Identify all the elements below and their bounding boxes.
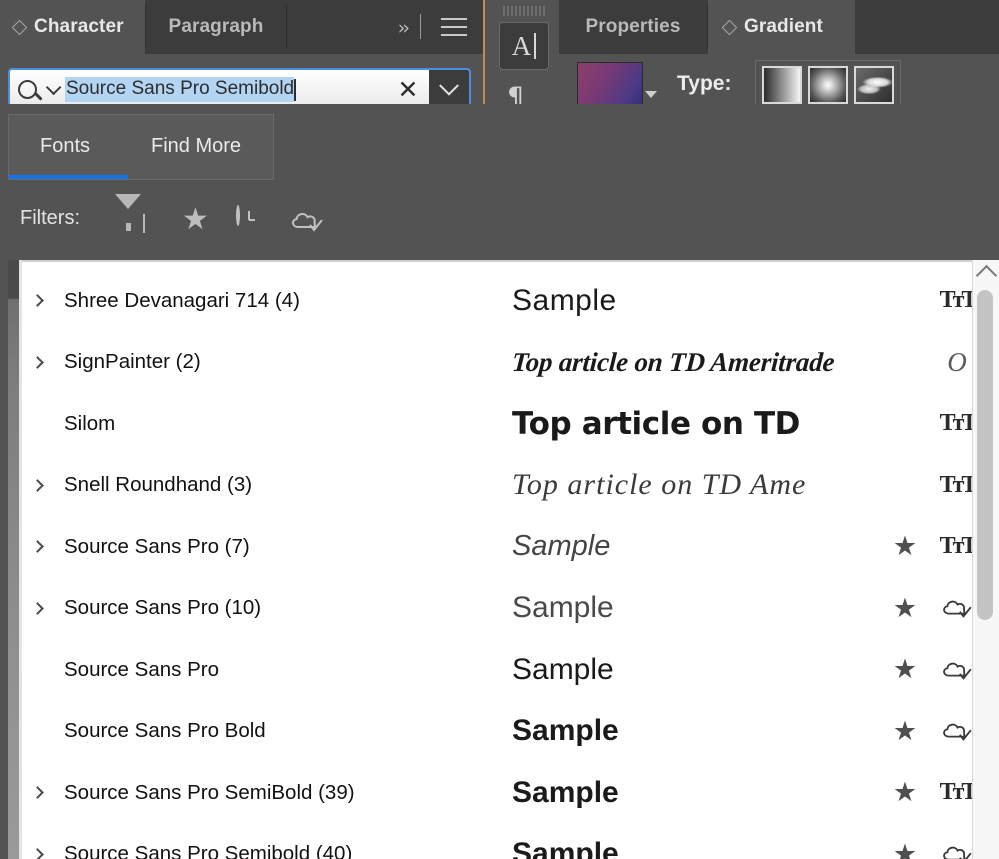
font-list-row[interactable]: Source Sans Pro SemiBold (39) Sample ★ TᴛT [22, 762, 985, 823]
list-top-border [8, 260, 999, 262]
tab-find-more[interactable]: Find More [121, 115, 271, 177]
font-list-row[interactable]: Snell Roundhand (3) Top article on TD Ame… [22, 455, 985, 516]
favorite-star-icon[interactable]: ★ [881, 533, 929, 560]
panel-gap [0, 104, 999, 114]
scroll-up-chevron-icon[interactable] [976, 265, 997, 286]
tab-fonts[interactable]: Fonts [9, 115, 121, 177]
expand-chevron-right-icon[interactable] [22, 542, 52, 551]
expand-chevron-right-icon[interactable] [22, 604, 52, 613]
filters-label: Filters: [20, 207, 80, 230]
font-family-name: Source Sans Pro SemiBold (39) [52, 781, 512, 805]
search-icon [18, 80, 37, 99]
font-list-row[interactable]: Source Sans Pro Sample ★ [22, 639, 985, 700]
favorite-star-icon[interactable]: ★ [881, 656, 929, 683]
gradient-panel-tabbar: Properties Gradient [559, 0, 999, 54]
gradient-type-buttons [755, 60, 901, 110]
favorite-star-icon[interactable]: ★ [881, 718, 929, 745]
star-filter-icon[interactable]: ★ [182, 205, 209, 235]
font-family-name: SignPainter (2) [52, 350, 512, 374]
font-family-name: Source Sans Pro (10) [52, 596, 512, 620]
font-list-scrollbar[interactable] [972, 260, 999, 859]
font-sample-preview: Top article on TD  [512, 406, 881, 442]
font-family-name: Source Sans Pro Semibold (40) [52, 842, 512, 859]
gradient-type-linear-button[interactable] [762, 66, 802, 104]
expand-chevron-right-icon[interactable] [22, 358, 52, 367]
diamond-icon [722, 19, 738, 35]
font-sample-preview: Top article on TD Ameritrade [512, 347, 881, 378]
search-mode-chevron-down-icon[interactable] [46, 80, 62, 96]
tab-properties[interactable]: Properties [559, 0, 707, 54]
font-list[interactable]: Shree Devanagari 714 (4) Sample TᴛT SignPai… [8, 260, 999, 859]
font-list-row[interactable]: Source Sans Pro (10) Sample ★ [22, 578, 985, 639]
font-list-row[interactable]: Shree Devanagari 714 (4) Sample TᴛT [22, 270, 985, 331]
font-family-name: Silom [52, 412, 512, 436]
font-sample-preview: Sample [512, 653, 881, 687]
favorite-star-icon[interactable]: ★ [881, 841, 929, 859]
type-tool-button[interactable]: A [499, 22, 549, 70]
expand-chevron-right-icon[interactable] [22, 481, 52, 490]
cloud-check-filter-icon[interactable] [289, 209, 325, 240]
font-search-input[interactable]: Source Sans Pro Semibold [65, 77, 294, 102]
drag-grip-icon[interactable] [503, 6, 545, 16]
font-sample-preview: Top article on TD Ame [512, 468, 881, 502]
font-family-name: Snell Roundhand (3) [52, 473, 512, 497]
character-panel-tabbar: Character Paragraph ›› [0, 0, 483, 54]
font-list-row[interactable]: Source Sans Pro (7) Sample ★ TᴛT [22, 516, 985, 577]
font-list-row[interactable]: Source Sans Pro Semibold (40) Sample ★ [22, 824, 985, 859]
tool-strip: A ¶ [483, 0, 561, 114]
gradient-type-radial-button[interactable] [808, 66, 848, 104]
expand-chevron-right-icon[interactable] [22, 850, 52, 859]
panel-menu-icon[interactable] [441, 18, 467, 36]
font-sample-preview: Sample [512, 776, 881, 810]
font-family-name: Source Sans Pro Bold [52, 719, 512, 743]
font-family-name: Source Sans Pro (7) [52, 535, 512, 559]
tab-properties-label: Properties [586, 16, 681, 38]
filter-chevron-down-icon[interactable] [143, 214, 145, 232]
clock-filter-icon[interactable] [236, 207, 240, 225]
toolbar-divider [420, 14, 421, 39]
text-cursor-icon [534, 33, 536, 59]
tab-fonts-label: Fonts [40, 135, 90, 158]
font-sample-preview: Sample [512, 591, 881, 625]
font-sample-preview: Sample [512, 284, 881, 318]
tab-character-label: Character [34, 16, 124, 38]
gradient-type-freeform-button[interactable] [854, 66, 894, 104]
gradient-panel: A ¶ Properties Gradient Type: [483, 0, 999, 114]
expand-chevron-right-icon[interactable] [22, 296, 52, 305]
overflow-chevrons-icon[interactable]: ›› [398, 17, 407, 39]
tab-divider-2 [286, 6, 287, 48]
tab-gradient[interactable]: Gradient [708, 0, 855, 54]
app-root: Character Paragraph ›› Source Sans Pro S… [0, 0, 999, 859]
text-caret [294, 79, 296, 101]
favorite-star-icon[interactable]: ★ [881, 595, 929, 622]
font-list-row[interactable]: Silom Top article on TD  TᴛT [22, 393, 985, 454]
list-left-gutter [8, 260, 19, 859]
gradient-swatch-dropdown-icon[interactable] [645, 91, 657, 98]
diamond-icon [12, 19, 28, 35]
scrollbar-thumb[interactable] [977, 290, 993, 620]
chevron-down-icon [439, 75, 459, 95]
font-sample-preview: Sample [512, 714, 881, 748]
font-sample-preview: Sample [512, 837, 881, 859]
filters-row: Filters: ★ Selected Text A [8, 196, 999, 252]
font-picker-popup: Fonts Find More Filters: ★ Shree Devanag… [8, 114, 999, 859]
expand-chevron-right-icon[interactable] [22, 788, 52, 797]
tab-paragraph[interactable]: Paragraph [146, 0, 286, 54]
favorite-star-icon[interactable]: ★ [881, 779, 929, 806]
active-tab-underline [9, 175, 128, 179]
type-tool-label: A [512, 31, 532, 62]
font-family-name: Source Sans Pro [52, 658, 512, 682]
tab-paragraph-label: Paragraph [169, 16, 264, 38]
filter-funnel-icon[interactable] [115, 209, 141, 227]
font-list-row[interactable]: SignPainter (2) Top article on TD Ameritr… [22, 332, 985, 393]
picker-tabbar: Fonts Find More [8, 114, 274, 180]
tab-gradient-label: Gradient [744, 16, 823, 38]
font-list-row[interactable]: Source Sans Pro Bold Sample ★ [22, 701, 985, 762]
gradient-type-label: Type: [677, 72, 731, 96]
font-family-name: Shree Devanagari 714 (4) [52, 289, 512, 313]
font-sample-preview: Sample [512, 530, 881, 563]
tab-find-more-label: Find More [151, 135, 241, 158]
tab-character[interactable]: Character [0, 0, 145, 54]
